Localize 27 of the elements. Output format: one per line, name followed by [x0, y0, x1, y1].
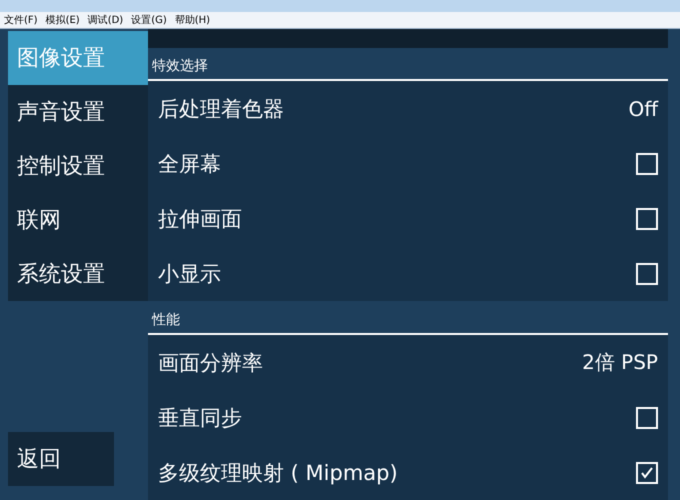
sidebar-item[interactable]: 系统设置 [8, 247, 148, 301]
setting-label: 后处理着色器 [158, 96, 284, 123]
menu-item[interactable]: 帮助(H) [174, 13, 210, 27]
section-title: 特效选择 [152, 57, 208, 76]
menu-item[interactable]: 文件(F) [4, 13, 38, 27]
check-icon [640, 466, 654, 480]
checkbox[interactable] [636, 406, 658, 428]
setting-label: 垂直同步 [158, 404, 242, 432]
setting-value[interactable]: Off [628, 96, 658, 121]
setting-label: 多级纹理映射 ( Mipmap) [158, 460, 398, 486]
sidebar-item[interactable]: 声音设置 [8, 85, 148, 139]
sidebar-item[interactable]: 联网 [8, 193, 148, 247]
sidebar-item[interactable]: 控制设置 [8, 139, 148, 193]
menu-item[interactable]: 模拟(E) [46, 13, 80, 27]
setting-label: 全屏幕 [158, 150, 221, 178]
setting-label: 拉伸画面 [158, 206, 242, 233]
back-button[interactable]: 返回 [8, 432, 114, 486]
checkbox[interactable] [636, 262, 658, 285]
section-title: 性能 [152, 311, 180, 329]
checkbox[interactable] [636, 462, 658, 484]
checkbox[interactable] [636, 208, 658, 230]
setting-value[interactable]: 2倍 PSP [582, 349, 658, 376]
setting-label: 画面分辨率 [158, 350, 263, 376]
menu-item[interactable]: 设置(G) [131, 13, 167, 27]
checkbox[interactable] [636, 152, 658, 175]
setting-label: 小显示 [158, 260, 221, 288]
menu-item[interactable]: 调试(D) [88, 13, 124, 27]
